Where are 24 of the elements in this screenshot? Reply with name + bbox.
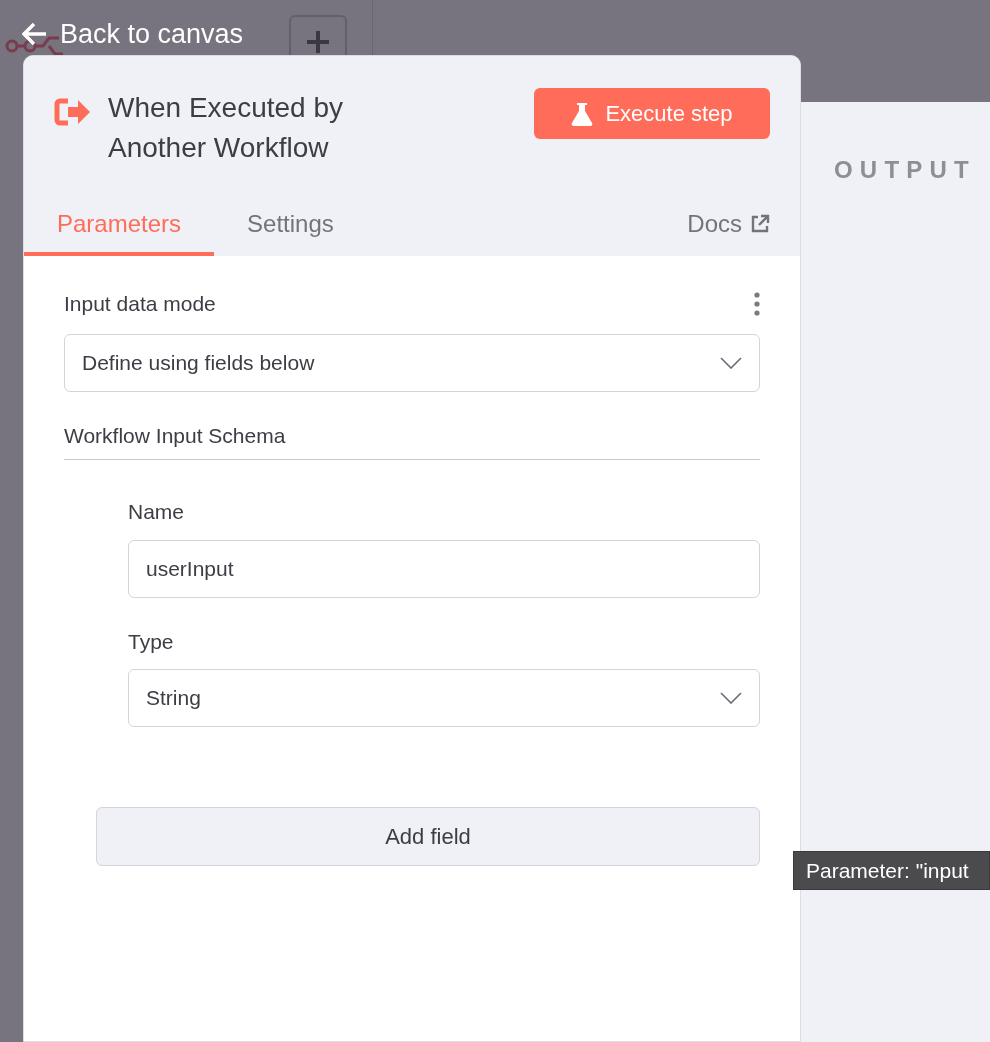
flask-icon (571, 101, 594, 126)
docs-link[interactable]: Docs (687, 196, 770, 256)
field-label: Name (128, 499, 186, 525)
exit-icon (54, 98, 92, 126)
chevron-down-icon (720, 692, 742, 704)
back-link[interactable]: Back to canvas (22, 14, 244, 55)
field-label: Input data mode (64, 291, 216, 317)
section-title: Workflow Input Schema (64, 419, 760, 460)
more-options-icon[interactable] (754, 291, 760, 316)
node-title: When Executed by Another Workflow (108, 91, 345, 165)
add-field-button[interactable]: Add field (96, 807, 760, 866)
field-label: Type (128, 628, 175, 655)
tab[interactable]: Parameters (24, 196, 215, 256)
select-field[interactable]: Define using fields below (64, 333, 760, 392)
arrow-left-icon (22, 22, 48, 47)
external-link-icon (750, 214, 770, 234)
execute-button[interactable]: Execute step (534, 88, 770, 139)
output-title: OUTPUT (834, 155, 977, 185)
tooltip: Parameter: "input (793, 851, 990, 890)
text-field[interactable]: userInput (128, 539, 760, 598)
plus-icon (305, 29, 331, 55)
select-field[interactable]: String (128, 669, 760, 727)
chevron-down-icon (720, 356, 742, 369)
tab[interactable]: Settings (214, 196, 367, 256)
